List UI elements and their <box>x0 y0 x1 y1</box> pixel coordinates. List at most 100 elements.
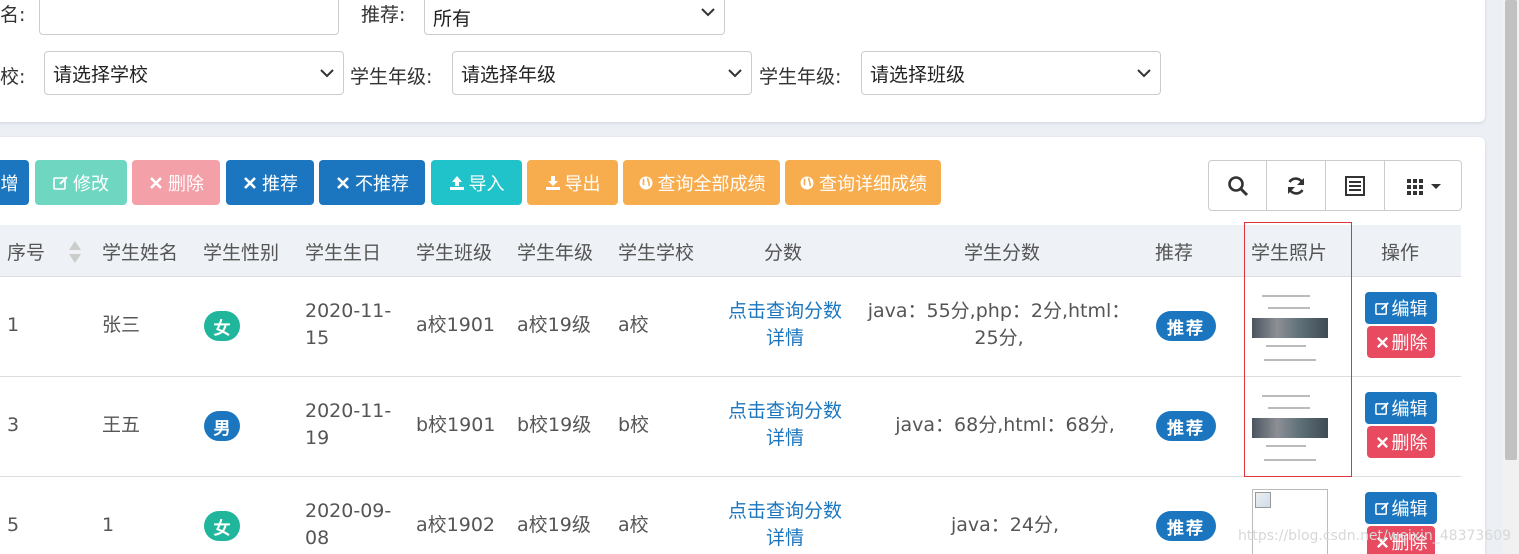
import-button[interactable]: 导入 <box>431 160 522 205</box>
score-link-line-1: 点击查询分数 <box>727 500 842 522</box>
sort-icon[interactable] <box>68 239 82 265</box>
row-class: b校1901 <box>416 414 496 436</box>
row-birthday: 2020-11- 19 <box>305 398 391 452</box>
score-detail-link[interactable]: 点击查询分数 详情 <box>714 298 856 352</box>
close-icon <box>1376 436 1388 448</box>
score-detail-link[interactable]: 点击查询分数 详情 <box>714 398 856 452</box>
scores-line-1: java：68分,html：68分, <box>895 414 1115 436</box>
close-icon <box>337 176 349 189</box>
col-header-no[interactable]: 序号 <box>7 238 45 265</box>
chevron-down-icon <box>728 69 742 78</box>
chevron-down-icon <box>1137 69 1151 78</box>
globe-icon <box>800 176 814 189</box>
chevron-down-icon <box>320 69 334 78</box>
page-scrollbar[interactable] <box>1503 0 1519 554</box>
row-delete-label: 删除 <box>1391 333 1428 354</box>
add-button[interactable]: 增 <box>0 160 29 205</box>
row-birthday: 2020-11- 15 <box>305 298 391 352</box>
col-header-score-link: 分数 <box>764 242 803 264</box>
recommend-badge: 推荐 <box>1156 411 1216 441</box>
row-birthday: 2020-09- 08 <box>305 498 391 552</box>
gender-badge: 女 <box>204 311 240 341</box>
row-edit-label: 编辑 <box>1391 399 1428 420</box>
delete-button[interactable]: 删除 <box>132 160 220 205</box>
col-header-recommend: 推荐 <box>1155 242 1194 264</box>
table-header: 序号 学生姓名 学生性别 学生生日 学生班级 学生年级 学生学校 分数 学生分数… <box>0 225 1461 277</box>
gender-badge: 女 <box>204 511 240 541</box>
row-grade: b校19级 <box>517 414 592 436</box>
name-input[interactable] <box>39 0 339 35</box>
birthday-line-1: 2020-11- <box>305 400 392 422</box>
row-delete-label: 删除 <box>1391 433 1428 454</box>
row-school: b校 <box>618 414 650 436</box>
student-photo-broken[interactable] <box>1252 489 1328 554</box>
col-header-school: 学生学校 <box>618 242 695 264</box>
search-tool[interactable] <box>1209 161 1267 210</box>
row-edit-button[interactable]: 编辑 <box>1365 292 1437 324</box>
score-link-line-2: 详情 <box>765 327 804 349</box>
scores-line-2: 25分, <box>974 327 1024 349</box>
school-select-value: 请选择学校 <box>53 63 149 86</box>
gender-badge: 男 <box>204 411 240 441</box>
birthday-line-2: 15 <box>305 327 330 349</box>
row-delete-button[interactable]: 删除 <box>1367 326 1435 358</box>
unrecommend-button[interactable]: 不推荐 <box>319 160 425 205</box>
edit-button-label: 修改 <box>73 173 109 195</box>
broken-image-icon <box>1255 492 1271 508</box>
upload-icon <box>449 175 464 190</box>
scores-line-1: java：55分,php：2分,html： <box>867 300 1131 322</box>
add-button-label: 增 <box>0 173 19 195</box>
row-scores: java：24分, <box>860 512 1150 539</box>
table-row: 1 张三 女 2020-11- 15 a校1901 a校19级 a校 点击查询分… <box>0 277 1461 377</box>
table-row: 3 王五 男 2020-11- 19 b校1901 b校19级 b校 点击查询分… <box>0 377 1461 477</box>
school-select[interactable]: 请选择学校 <box>44 51 344 95</box>
score-link-line-1: 点击查询分数 <box>727 300 842 322</box>
row-scores: java：68分,html：68分, <box>860 412 1150 439</box>
birthday-line-1: 2020-11- <box>305 300 392 322</box>
class-select[interactable]: 请选择班级 <box>861 51 1161 95</box>
score-detail-link[interactable]: 点击查询分数 详情 <box>714 498 856 552</box>
delete-button-label: 删除 <box>168 173 204 195</box>
row-edit-button[interactable]: 编辑 <box>1365 492 1437 524</box>
row-no: 5 <box>7 514 20 536</box>
row-no: 1 <box>7 314 20 336</box>
query-detail-scores-label: 查询详细成绩 <box>819 173 927 195</box>
name-label: 名: <box>0 4 26 26</box>
row-class: a校1902 <box>416 514 495 536</box>
export-button-label: 导出 <box>564 173 601 195</box>
close-icon <box>150 176 162 189</box>
row-name: 1 <box>102 514 115 536</box>
recommend-select[interactable]: 所有 <box>424 0 725 35</box>
refresh-tool[interactable] <box>1267 161 1326 210</box>
edit-icon <box>1374 401 1389 415</box>
col-header-scores: 学生分数 <box>964 242 1041 264</box>
columns-tool[interactable] <box>1385 161 1461 210</box>
birthday-line-1: 2020-09- <box>305 500 392 522</box>
caret-down-icon <box>1431 183 1441 189</box>
photo-column-highlight <box>1244 222 1352 477</box>
download-icon <box>545 175 560 190</box>
row-class: a校1901 <box>416 314 495 336</box>
recommend-select-value: 所有 <box>433 8 472 30</box>
close-icon <box>244 176 256 189</box>
query-all-scores-button[interactable]: 查询全部成绩 <box>623 160 780 205</box>
grade-select[interactable]: 请选择年级 <box>452 51 752 95</box>
list-icon <box>1345 175 1365 196</box>
recommend-badge: 推荐 <box>1156 511 1216 541</box>
toggle-view-tool[interactable] <box>1326 161 1385 210</box>
recommend-badge: 推荐 <box>1156 311 1216 341</box>
row-edit-button[interactable]: 编辑 <box>1365 392 1437 424</box>
query-all-scores-label: 查询全部成绩 <box>657 173 766 195</box>
edit-button[interactable]: 修改 <box>35 160 127 205</box>
unrecommend-button-label: 不推荐 <box>355 173 409 195</box>
row-delete-button[interactable]: 删除 <box>1367 426 1435 458</box>
export-button[interactable]: 导出 <box>527 160 618 205</box>
recommend-button[interactable]: 推荐 <box>226 160 314 205</box>
score-link-line-2: 详情 <box>765 427 804 449</box>
query-detail-scores-button[interactable]: 查询详细成绩 <box>785 160 941 205</box>
birthday-line-2: 19 <box>305 427 330 449</box>
row-no: 3 <box>7 414 20 436</box>
recommend-label: 推荐: <box>361 4 406 26</box>
birthday-line-2: 08 <box>305 527 330 549</box>
scrollbar-thumb[interactable] <box>1505 0 1517 460</box>
